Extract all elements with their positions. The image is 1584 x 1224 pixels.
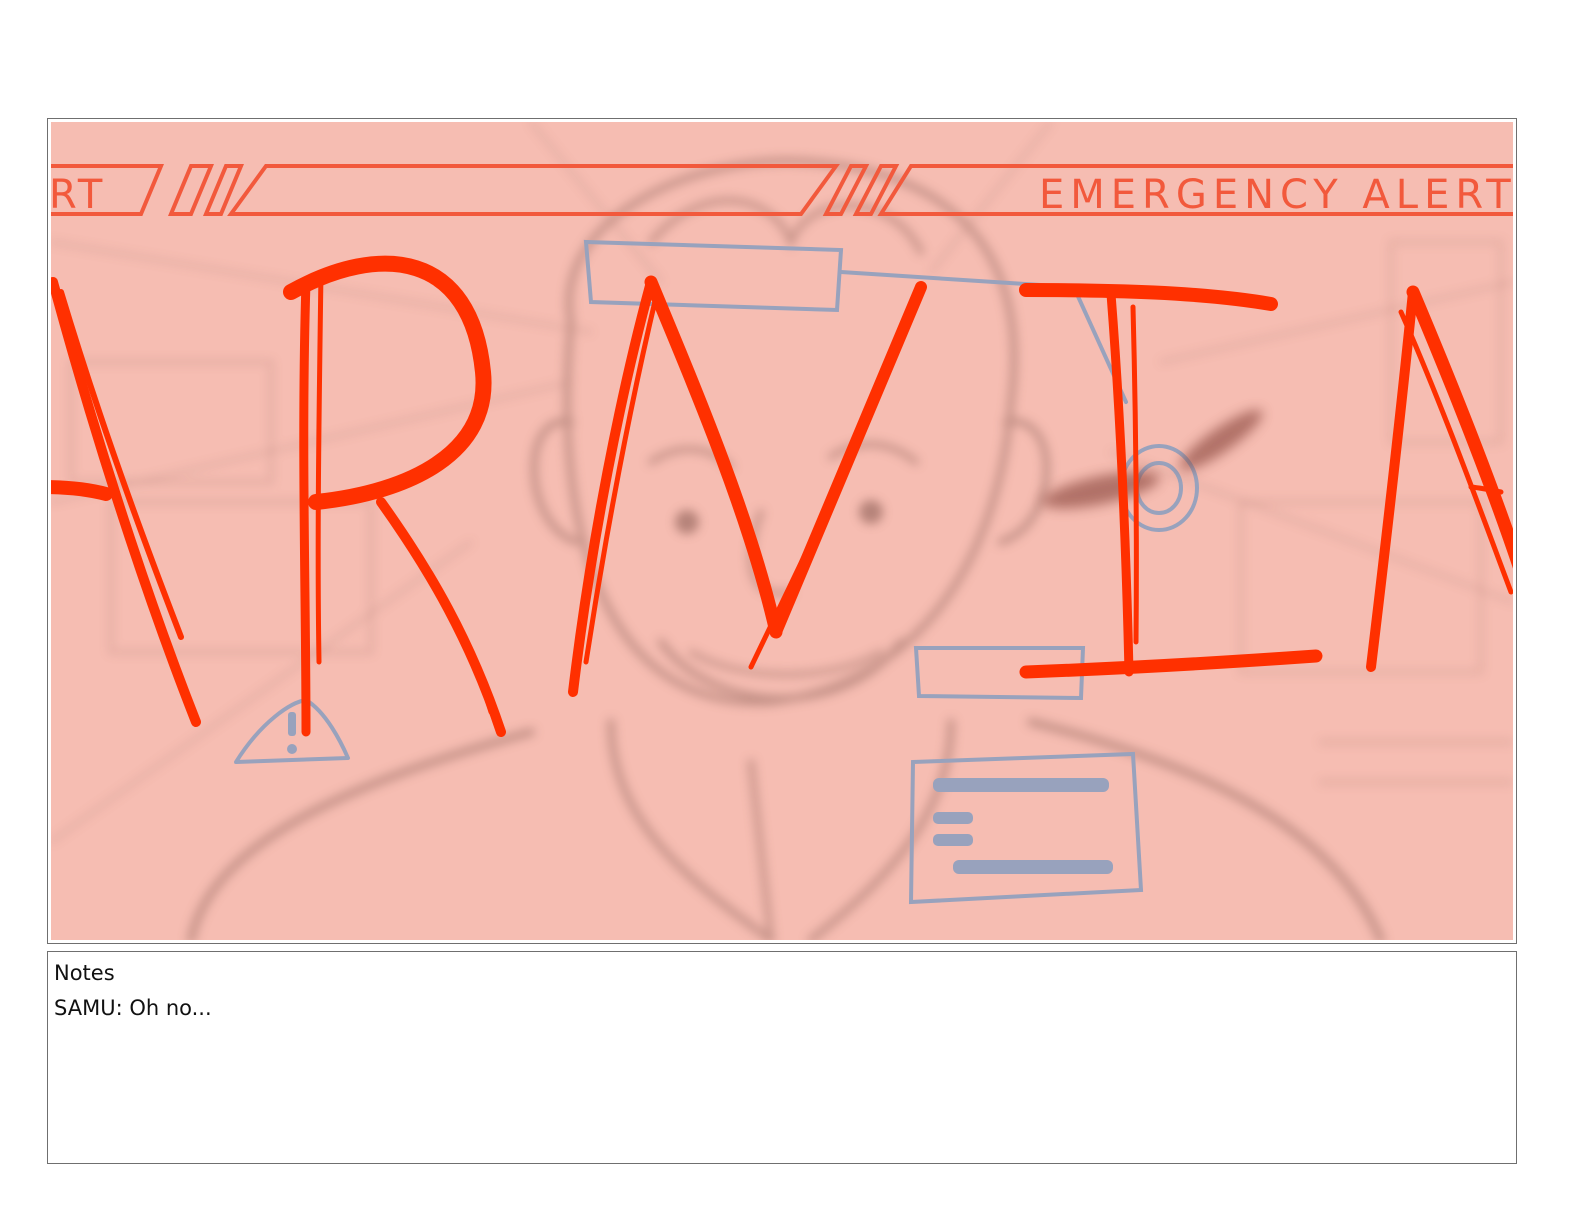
notes-dialogue[interactable]: SAMU: Oh no...	[54, 998, 212, 1019]
panel-drawing: RT EMERGENCY ALERT	[51, 122, 1513, 940]
storyboard-panel: RT EMERGENCY ALERT	[47, 118, 1517, 944]
notes-box: Notes SAMU: Oh no...	[47, 951, 1517, 1164]
banner-text-left: RT	[51, 172, 106, 218]
notes-title: Notes	[54, 961, 115, 985]
panel-illustration: RT EMERGENCY ALERT	[51, 122, 1513, 940]
background-wash	[51, 122, 1513, 940]
banner-text-right: EMERGENCY ALERT	[1039, 172, 1513, 218]
